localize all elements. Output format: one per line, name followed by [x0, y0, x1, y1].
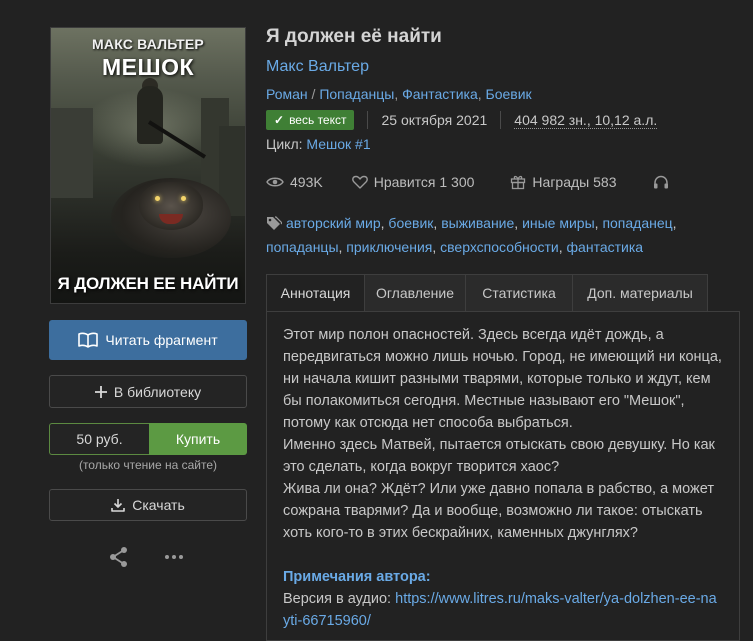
cover-author: МАКС ВАЛЬТЕР — [92, 36, 204, 52]
cycle-label: Цикл: — [266, 136, 303, 152]
tab-annotation[interactable]: Аннотация — [266, 274, 365, 312]
full-text-badge: ✓ весь текст — [266, 110, 355, 130]
heart-icon — [351, 175, 368, 189]
genre-link[interactable]: Роман — [266, 86, 308, 102]
price-label: 50 руб. — [49, 423, 149, 455]
genre-separator: / — [307, 86, 320, 102]
gift-icon — [511, 175, 526, 190]
full-text-badge-label: весь текст — [289, 113, 347, 127]
divider — [500, 111, 502, 129]
views-stat: 493K — [266, 174, 323, 190]
book-open-icon — [78, 332, 99, 348]
tag-link[interactable]: сверхспособности — [440, 239, 559, 255]
genres-list: Роман / Попаданцы, Фантастика, Боевик — [266, 86, 532, 102]
cover-beast-eye — [155, 196, 160, 201]
eye-icon — [266, 177, 284, 187]
tag-separator: , — [672, 215, 677, 231]
publish-date: 25 октября 2021 — [381, 112, 488, 128]
likes-count: 1 300 — [439, 174, 475, 190]
genre-separator: , — [477, 86, 486, 102]
cycle-row: Цикл: Мешок #1 — [266, 136, 371, 152]
awards-button[interactable]: Награды 583 — [510, 174, 616, 190]
download-button[interactable]: Скачать — [49, 489, 247, 521]
more-options-icon[interactable] — [164, 549, 184, 570]
tag-link[interactable]: фантастика — [567, 239, 644, 255]
tag-separator: , — [514, 215, 523, 231]
tags-list: авторский мир, боевик, выживание, иные м… — [266, 212, 736, 258]
audio-button[interactable] — [653, 175, 675, 189]
meta-row: ✓ весь текст 25 октября 2021 404 982 зн.… — [266, 109, 658, 131]
awards-count: 583 — [593, 174, 617, 190]
cover-ruins — [51, 108, 93, 198]
annotation-text: Этот мир полон опасностей. Здесь всегда … — [283, 324, 723, 632]
audio-version-label: Версия в аудио: — [283, 591, 392, 607]
check-icon: ✓ — [274, 113, 285, 127]
tag-link[interactable]: боевик — [388, 215, 433, 231]
stats-row: 493K Нравится 1 300 Награды 583 — [266, 174, 675, 190]
cycle-link[interactable]: Мешок #1 — [306, 136, 370, 152]
book-volume: 404 982 зн., 10,12 а.л. — [514, 111, 658, 129]
tag-separator: , — [558, 239, 567, 255]
annotation-paragraph: Жива ли она? Ждёт? Или уже давно попала … — [283, 481, 714, 541]
tag-link[interactable]: иные миры — [522, 215, 595, 231]
genre-link[interactable]: Попаданцы — [319, 86, 394, 102]
genre-link[interactable]: Боевик — [486, 86, 532, 102]
likes-button[interactable]: Нравится 1 300 — [351, 174, 475, 190]
headphones-icon — [654, 175, 669, 189]
plus-icon — [94, 385, 107, 398]
tag-link[interactable]: выживание — [441, 215, 514, 231]
book-title: Я должен её найти — [266, 26, 442, 47]
audio-version-line: Версия в аудио: https://www.litres.ru/ma… — [283, 588, 723, 632]
tabs-bar: Аннотация Оглавление Статистика Доп. мат… — [266, 274, 708, 312]
tag-link[interactable]: попаданец — [602, 215, 672, 231]
cover-series: МЕШОК — [101, 54, 195, 80]
tab-contents[interactable]: Оглавление — [365, 274, 466, 312]
book-cover[interactable]: МАКС ВАЛЬТЕР МЕШОК Я ДОЛЖЕН ЕЕ НАЙТИ — [50, 27, 246, 304]
awards-label: Награды — [532, 174, 590, 190]
tab-extra-materials[interactable]: Доп. материалы — [573, 274, 708, 312]
author-notes-heading: Примечания автора: — [283, 569, 431, 585]
divider — [367, 111, 369, 129]
annotation-paragraph: Именно здесь Матвей, пытается отыскать с… — [283, 437, 715, 475]
author-link[interactable]: Макс Вальтер — [266, 58, 369, 76]
genre-separator: , — [394, 86, 403, 102]
read-fragment-button[interactable]: Читать фрагмент — [49, 320, 247, 360]
likes-label: Нравится — [373, 174, 436, 190]
tag-icon — [266, 214, 283, 236]
add-to-library-button[interactable]: В библиотеку — [49, 375, 247, 408]
download-label: Скачать — [132, 497, 185, 513]
tab-statistics[interactable]: Статистика — [466, 274, 573, 312]
tag-link[interactable]: попаданцы — [266, 239, 339, 255]
tag-link[interactable]: приключения — [346, 239, 432, 255]
add-to-library-label: В библиотеку — [113, 383, 202, 400]
cover-title: Я ДОЛЖЕН ЕЕ НАЙТИ — [57, 274, 239, 293]
cover-beast-eye — [181, 196, 186, 201]
buy-note: (только чтение на сайте) — [78, 458, 218, 472]
buy-group: 50 руб. Купить — [49, 423, 247, 455]
views-count: 493K — [290, 174, 323, 190]
buy-button[interactable]: Купить — [149, 423, 247, 455]
download-icon — [111, 498, 126, 512]
cover-soldier — [137, 86, 163, 144]
tag-separator: , — [432, 239, 441, 255]
tag-link[interactable]: авторский мир — [286, 215, 381, 231]
share-icon[interactable] — [108, 546, 130, 573]
genre-link[interactable]: Фантастика — [402, 86, 478, 102]
annotation-paragraph: Этот мир полон опасностей. Здесь всегда … — [283, 327, 722, 431]
read-fragment-label: Читать фрагмент — [105, 332, 218, 348]
